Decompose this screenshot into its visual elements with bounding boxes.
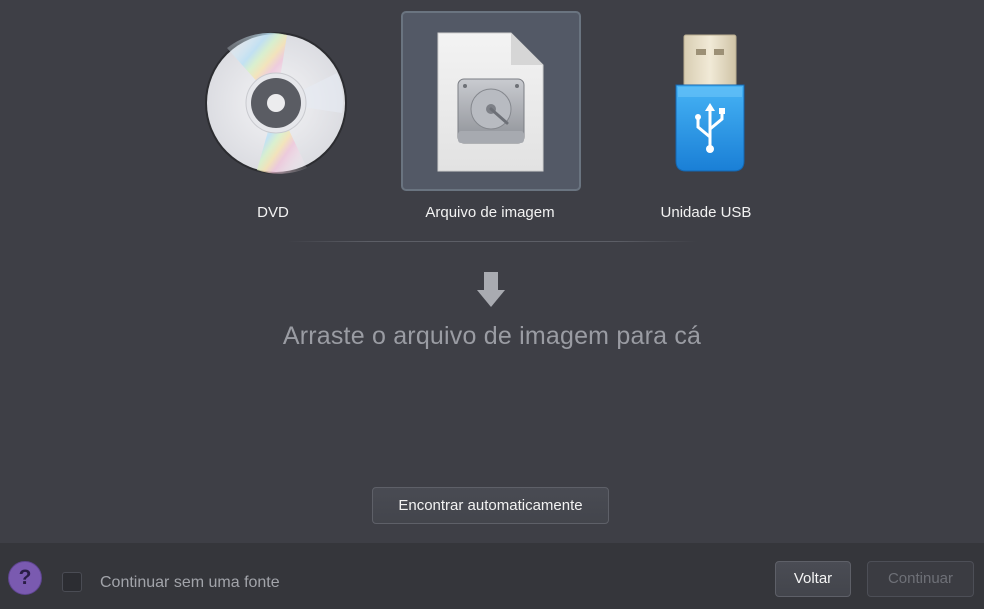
footer-bar: ? Continuar sem uma fonte Voltar Continu… <box>0 543 984 609</box>
source-label-usb: Unidade USB <box>660 204 752 221</box>
source-selection-panel: DVD Arquivo de imagem Unidade USB Arrast… <box>0 0 984 543</box>
source-label-dvd: DVD <box>257 204 289 221</box>
divider <box>287 241 697 242</box>
continue-without-source-label[interactable]: Continuar sem uma fonte <box>100 574 280 592</box>
drop-zone-hint[interactable]: Arraste o arquivo de imagem para cá <box>0 322 984 351</box>
disk-image-file-icon <box>437 32 544 172</box>
continue-without-source-checkbox[interactable] <box>62 572 82 592</box>
continue-button[interactable]: Continuar <box>867 561 974 597</box>
source-tile-dvd[interactable] <box>185 11 365 191</box>
dvd-disc-icon <box>205 32 347 174</box>
source-label-disk-image: Arquivo de imagem <box>425 204 555 221</box>
down-arrow-icon <box>477 272 505 307</box>
source-tile-usb[interactable] <box>618 11 798 191</box>
usb-drive-icon <box>675 34 745 172</box>
back-button[interactable]: Voltar <box>775 561 851 597</box>
find-automatically-button[interactable]: Encontrar automaticamente <box>372 487 609 524</box>
help-button[interactable]: ? <box>8 561 42 595</box>
source-tile-disk-image[interactable] <box>401 11 581 191</box>
